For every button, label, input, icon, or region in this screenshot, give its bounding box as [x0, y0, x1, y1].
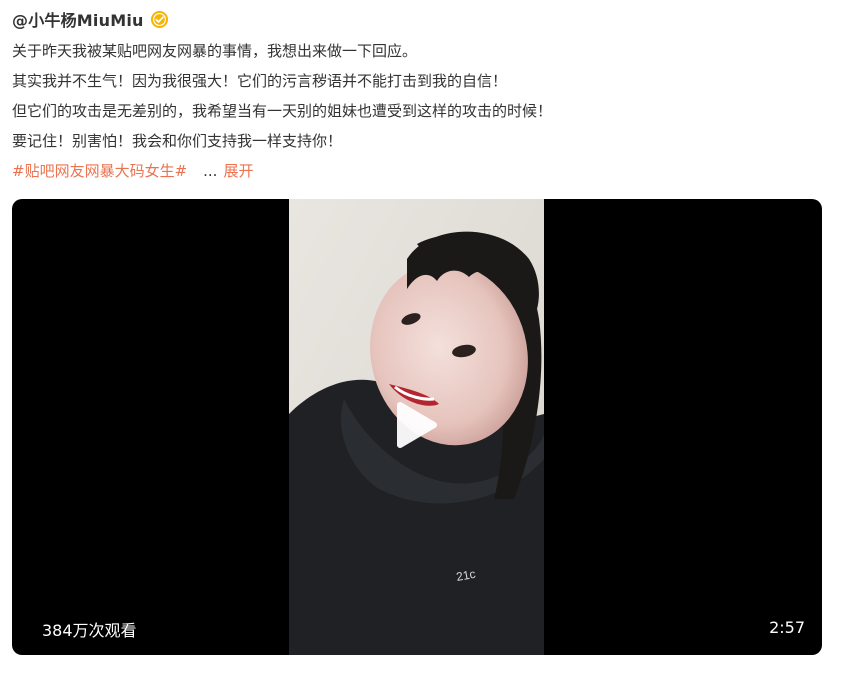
- video-player[interactable]: 21c 384万次观看 2:57: [12, 199, 822, 655]
- verified-badge-icon: [150, 10, 168, 28]
- post-body: 关于昨天我被某贴吧网友网暴的事情，我想出来做一下回应。 其实我并不生气！因为我很…: [12, 36, 824, 186]
- author-name[interactable]: @小牛杨MiuMiu: [12, 7, 144, 31]
- hashtag-link[interactable]: #贴吧网友网暴大码女生#: [12, 156, 187, 186]
- post-line: 其实我并不生气！因为我很强大！它们的污言秽语并不能打击到我的自信！: [12, 72, 508, 90]
- tag-row: #贴吧网友网暴大码女生# ... 展开: [12, 156, 824, 186]
- post-line: 要记住！别害怕！我会和你们支持我一样支持你！: [12, 132, 343, 150]
- weibo-post: @小牛杨MiuMiu 关于昨天我被某贴吧网友网暴的事情，我想出来做一下回应。 其…: [12, 6, 824, 186]
- expand-link[interactable]: 展开: [223, 156, 253, 186]
- video-duration: 2:57: [769, 618, 805, 637]
- author-row: @小牛杨MiuMiu: [12, 6, 824, 32]
- post-line: 但它们的攻击是无差别的，我希望当有一天别的姐妹也遭受到这样的攻击的时候！: [12, 102, 553, 120]
- view-count: 384万次观看: [42, 621, 137, 640]
- play-icon[interactable]: [388, 399, 440, 451]
- post-line: 关于昨天我被某贴吧网友网暴的事情，我想出来做一下回应。: [12, 42, 418, 60]
- ellipsis: ...: [203, 162, 218, 180]
